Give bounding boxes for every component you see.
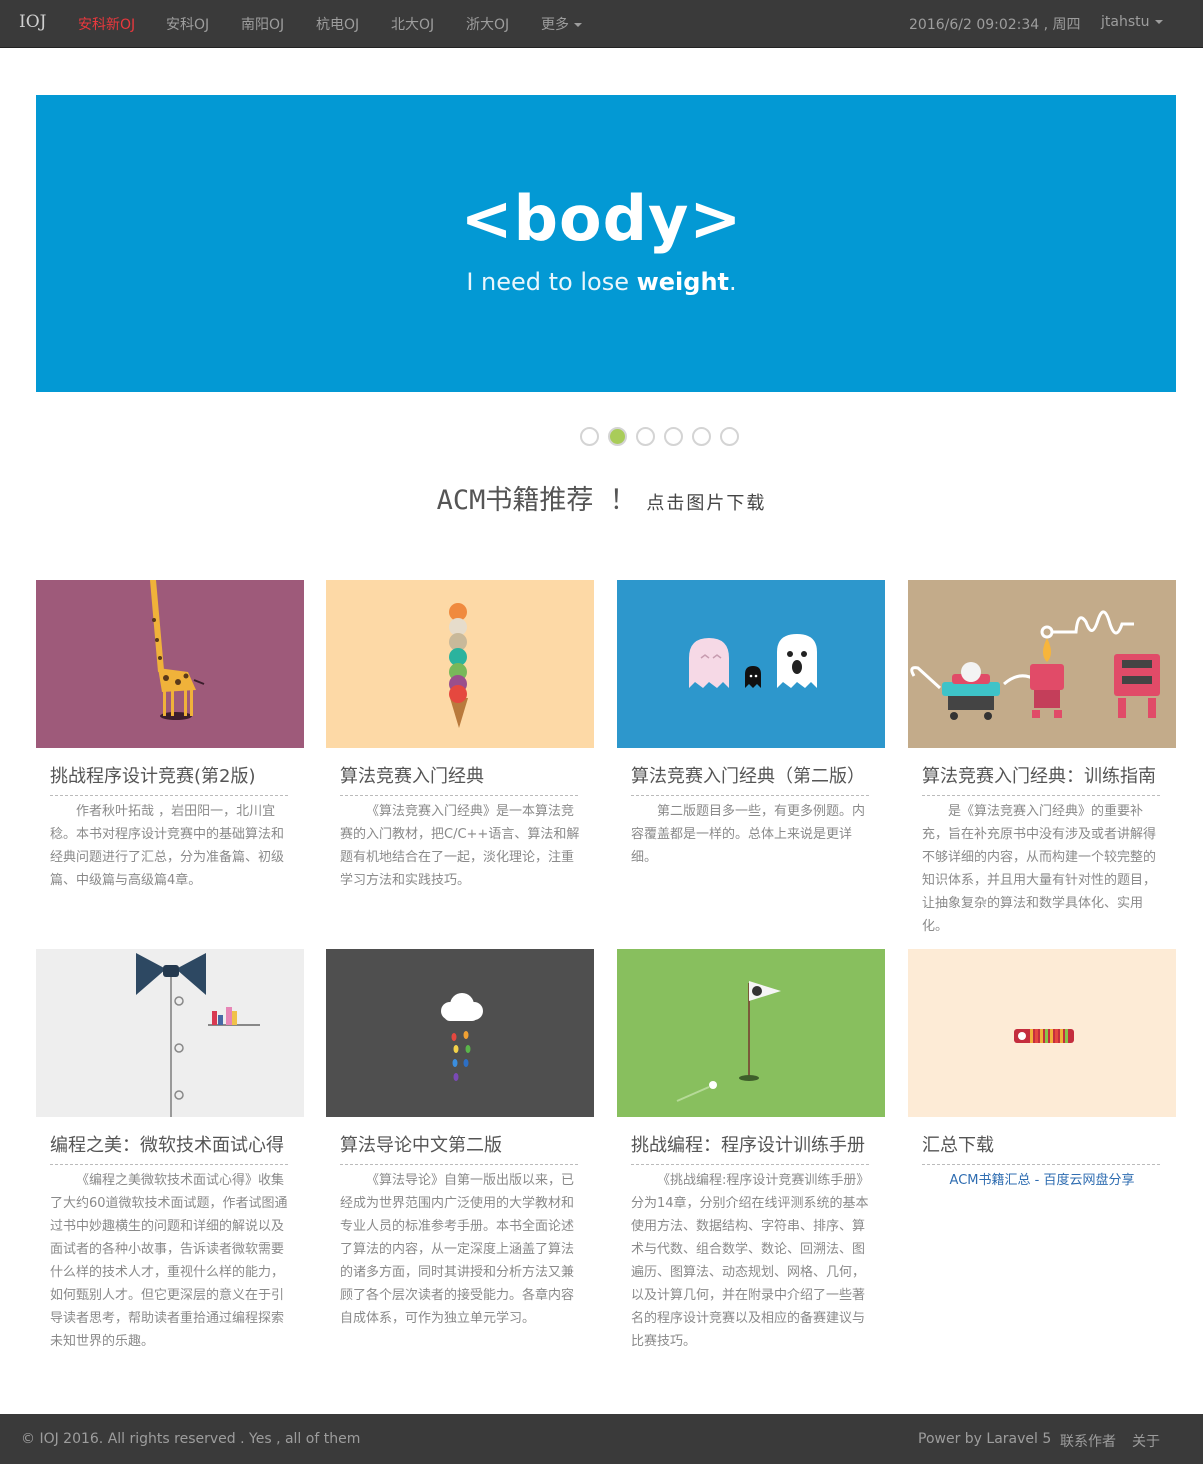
- book-cover-ghosts[interactable]: [617, 580, 885, 748]
- book-title[interactable]: 挑战程序设计竞赛(第2版): [50, 762, 288, 796]
- book-description: 《挑战编程:程序设计竞赛训练手册》分为14章，分别介绍在线评测系统的基本使用方法…: [631, 1173, 870, 1349]
- section-heading: ACM书籍推荐 ！ 点击图片下载: [0, 478, 1203, 517]
- carousel-dot-5[interactable]: [692, 427, 711, 446]
- section-title: ACM书籍推荐 ！: [436, 485, 637, 516]
- banner-title: <body>: [460, 182, 743, 255]
- book-title[interactable]: 算法竞赛入门经典：训练指南: [922, 762, 1160, 796]
- book-description: 作者秋叶拓哉 ，岩田阳一，北川宜稔。本书对程序设计竞赛中的基础算法和经典问题进行…: [50, 804, 285, 888]
- contact-author-link[interactable]: 联系作者: [1060, 1431, 1116, 1451]
- book-cover-rain-cloud[interactable]: [326, 949, 594, 1117]
- caret-down-icon: [574, 23, 582, 27]
- nav-item-beida-oj[interactable]: 北大OJ: [391, 14, 434, 34]
- rain-cloud-illustration: [326, 949, 594, 1117]
- nav-item-more-dropdown[interactable]: 更多: [541, 14, 582, 34]
- section-subtitle: 点击图片下载: [646, 493, 767, 514]
- book-description: 《编程之美微软技术面试心得》收集了大约60道微软技术面试题，作者试图通过书中妙趣…: [50, 1173, 288, 1349]
- brand-logo[interactable]: IOJ: [19, 12, 46, 32]
- carousel-dot-2[interactable]: [608, 427, 627, 446]
- nav-item-nanyang-oj[interactable]: 南阳OJ: [241, 14, 284, 34]
- book-title[interactable]: 挑战编程：程序设计训练手册: [631, 1131, 869, 1165]
- giraffe-illustration: [36, 580, 304, 748]
- book-cover-golf-flag[interactable]: [617, 949, 885, 1117]
- copyright-text: © IOJ 2016. All rights reserved . Yes , …: [21, 1431, 361, 1447]
- banner-subtitle: I need to lose weight.: [0, 268, 1203, 296]
- carousel-dot-3[interactable]: [636, 427, 655, 446]
- top-navbar: IOJ 安科新OJ 安科OJ 南阳OJ 杭电OJ 北大OJ 浙大OJ 更多 20…: [0, 0, 1203, 48]
- book-description: 第二版题目多一些，有更多例题。内容覆盖都是一样的。总体上来说是更详细。: [631, 804, 866, 865]
- book-title[interactable]: 算法竞赛入门经典（第二版）: [631, 762, 869, 796]
- book-card: 编程之美：微软技术面试心得 《编程之美微软技术面试心得》收集了大约60道微软技术…: [36, 949, 304, 1349]
- book-cover-download-all[interactable]: [908, 949, 1176, 1117]
- book-description: 《算法竞赛入门经典》是一本算法竞赛的入门教材，把C/C++语言、算法和解题有机地…: [340, 804, 580, 888]
- book-card: 算法竞赛入门经典（第二版） 第二版题目多一些，有更多例题。内容覆盖都是一样的。总…: [617, 580, 885, 865]
- carousel-dot-1[interactable]: [580, 427, 599, 446]
- book-description: 《算法导论》自第一版出版以来，已经成为世界范围内广泛使用的大学教材和专业人员的标…: [340, 1173, 575, 1326]
- bar-code-illustration: [908, 949, 1176, 1117]
- ghosts-illustration: [617, 580, 885, 748]
- book-card: 汇总下载 ACM书籍汇总 - 百度云网盘分享: [908, 949, 1176, 1188]
- book-card: 挑战编程：程序设计训练手册 《挑战编程:程序设计竞赛训练手册》分为14章，分别介…: [617, 949, 885, 1349]
- server-datetime: 2016/6/2 09:02:34 , 周四: [909, 17, 1081, 33]
- book-title[interactable]: 编程之美：微软技术面试心得: [50, 1131, 288, 1165]
- user-menu-dropdown[interactable]: jtahstu: [1101, 14, 1163, 30]
- bowtie-illustration: [36, 949, 304, 1117]
- nav-item-hangdian-oj[interactable]: 杭电OJ: [316, 14, 359, 34]
- caret-down-icon: [1154, 20, 1163, 24]
- book-description: 是《算法竞赛入门经典》的重要补充，旨在补充原书中没有涉及或者讲解得不够详细的内容…: [922, 804, 1157, 934]
- book-cover-icecream[interactable]: [326, 580, 594, 748]
- book-card: 挑战程序设计竞赛(第2版) 作者秋叶拓哉 ，岩田阳一，北川宜稔。本书对程序设计竞…: [36, 580, 304, 888]
- icecream-illustration: [326, 580, 594, 748]
- about-link[interactable]: 关于: [1132, 1431, 1160, 1451]
- nav-item-anke-oj[interactable]: 安科OJ: [166, 14, 209, 34]
- golf-flag-illustration: [617, 949, 885, 1117]
- power-by-link[interactable]: Power by Laravel 5: [918, 1431, 1051, 1447]
- book-card: 算法竞赛入门经典 《算法竞赛入门经典》是一本算法竞赛的入门教材，把C/C++语言…: [326, 580, 594, 888]
- book-cover-robots[interactable]: [908, 580, 1176, 748]
- book-title[interactable]: 算法竞赛入门经典: [340, 762, 578, 796]
- carousel-dot-6[interactable]: [720, 427, 739, 446]
- book-cover-giraffe[interactable]: [36, 580, 304, 748]
- username: jtahstu: [1101, 14, 1150, 30]
- banner-subtitle-bold: weight: [636, 268, 730, 296]
- book-title[interactable]: 算法导论中文第二版: [340, 1131, 578, 1165]
- carousel-dot-4[interactable]: [664, 427, 683, 446]
- baidu-pan-download-link[interactable]: ACM书籍汇总 - 百度云网盘分享: [908, 1169, 1176, 1188]
- book-title[interactable]: 汇总下载: [922, 1131, 1160, 1165]
- robots-illustration: [908, 580, 1176, 748]
- footer: © IOJ 2016. All rights reserved . Yes , …: [0, 1414, 1203, 1464]
- book-cover-bowtie-shirt[interactable]: [36, 949, 304, 1117]
- nav-item-zheda-oj[interactable]: 浙大OJ: [466, 14, 509, 34]
- carousel-indicators: [580, 427, 742, 447]
- banner-subtitle-prefix: I need to lose: [466, 268, 637, 296]
- more-label: 更多: [541, 17, 569, 33]
- book-card: 算法竞赛入门经典：训练指南 是《算法竞赛入门经典》的重要补充，旨在补充原书中没有…: [908, 580, 1176, 934]
- nav-item-ankexin-oj[interactable]: 安科新OJ: [78, 14, 135, 34]
- book-card: 算法导论中文第二版 《算法导论》自第一版出版以来，已经成为世界范围内广泛使用的大…: [326, 949, 594, 1326]
- banner-subtitle-suffix: .: [729, 268, 737, 296]
